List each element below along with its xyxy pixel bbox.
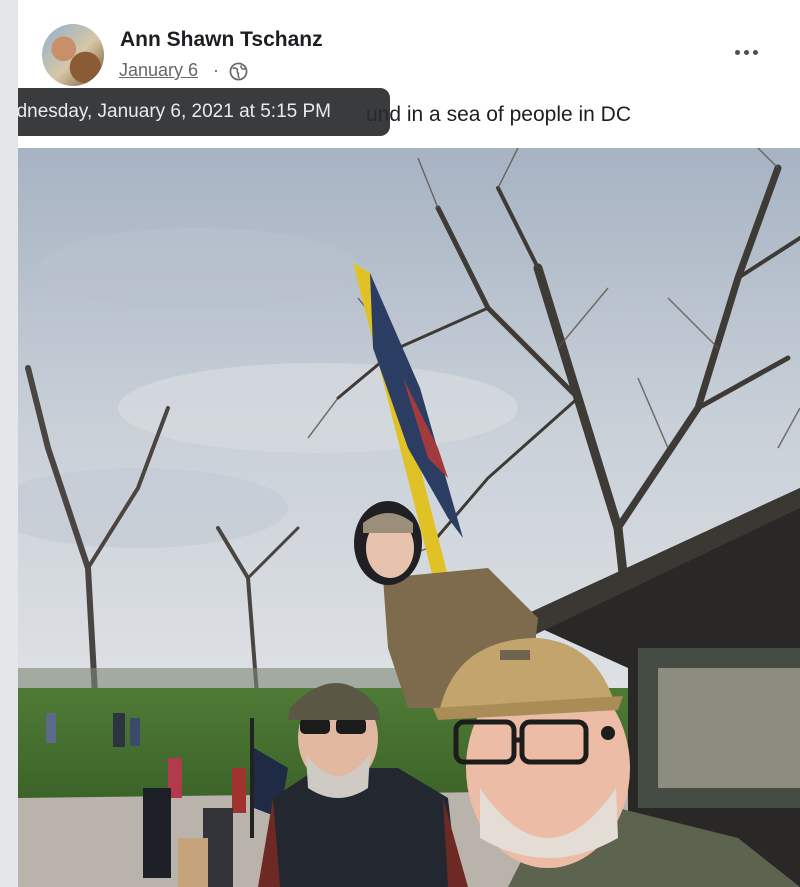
- post-text-suffix: und in a sea of people in DC: [366, 103, 632, 126]
- timestamp-tooltip: ednesday, January 6, 2021 at 5:15 PM: [18, 88, 390, 136]
- more-options-button[interactable]: [726, 40, 766, 64]
- author-name[interactable]: Ann Shawn Tschanz: [120, 28, 323, 52]
- meta-separator: ·: [213, 60, 219, 80]
- more-dot: [752, 49, 758, 55]
- post-photo[interactable]: [18, 148, 800, 887]
- more-dot: [743, 49, 749, 55]
- globe-icon[interactable]: [229, 62, 248, 81]
- post-card: Ann Shawn Tschanz January 6 · und in a s…: [18, 0, 800, 887]
- post-date-link[interactable]: January 6: [119, 60, 198, 81]
- post-header: Ann Shawn Tschanz January 6 ·: [18, 0, 800, 100]
- more-options-icon: [734, 49, 740, 55]
- avatar[interactable]: [42, 24, 104, 86]
- photo-illustration: [18, 148, 800, 887]
